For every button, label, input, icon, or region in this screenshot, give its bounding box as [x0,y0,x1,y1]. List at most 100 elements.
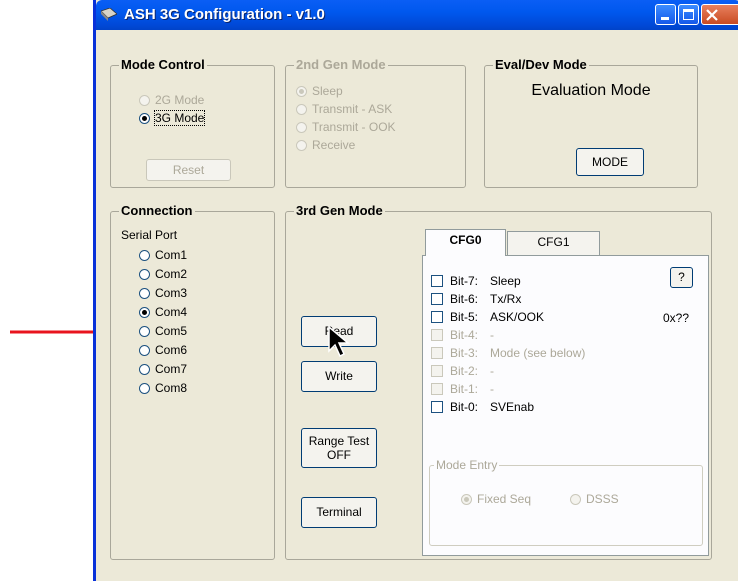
radio-2g-mode-label: 2G Mode [155,93,205,107]
bit-description: - [490,328,494,342]
checkbox-bit-7[interactable]: Bit-7: Sleep [431,275,521,288]
checkbox-box [431,347,443,359]
cfg0-panel: Bit-7: Sleep Bit-6: Tx/Rx Bit-5: ASK/OOK Bit-4… [422,255,709,556]
connection-label: Connection [119,203,195,218]
checkbox-box [431,275,443,287]
radio-fixed-seq-label: Fixed Seq [477,492,532,506]
radio-2g-mode[interactable]: 2G Mode [139,94,204,107]
eval-dev-group: Eval/Dev Mode Evaluation Mode MODE [484,58,698,188]
radio-sleep[interactable]: Sleep [296,85,343,98]
radio-port-label: Com3 [155,286,188,300]
checkbox-box [431,293,443,305]
radio-port-indicator [139,364,150,375]
bit-label: Bit-0: [450,400,479,414]
gen3-mode-label: 3rd Gen Mode [294,203,385,218]
connection-group: Connection Serial Port Com1 Com2 Com3 Com4 C… [110,204,275,560]
close-button[interactable] [701,4,738,25]
radio-transmit-ook-indicator [296,122,307,133]
radio-port-com7[interactable]: Com7 [139,363,187,376]
radio-port-label: Com2 [155,267,188,281]
bit-label: Bit-3: [450,346,479,360]
radio-fixed-seq-indicator [461,494,472,505]
radio-3g-mode-indicator [139,113,150,124]
radio-3g-mode-label: 3G Mode [153,110,206,126]
radio-3g-mode[interactable]: 3G Mode [139,110,206,126]
radio-sleep-label: Sleep [312,84,343,98]
radio-port-com6[interactable]: Com6 [139,344,187,357]
radio-port-label: Com1 [155,248,188,262]
radio-port-com5[interactable]: Com5 [139,325,187,338]
terminal-button[interactable]: Terminal [301,497,377,528]
checkbox-box [431,329,443,341]
checkbox-box [431,365,443,377]
radio-port-indicator [139,307,150,318]
checkbox-bit-4[interactable]: Bit-4: - [431,329,494,342]
radio-transmit-ask-label: Transmit - ASK [312,102,393,116]
title-bar[interactable]: ASH 3G Configuration - v1.0 [96,0,738,30]
app-window: ASH 3G Configuration - v1.0 Mode Control… [93,0,738,581]
checkbox-box [431,383,443,395]
range-test-state: OFF [327,448,351,462]
radio-port-com3[interactable]: Com3 [139,287,187,300]
radio-sleep-indicator [296,86,307,97]
bit-description: - [490,364,494,378]
bit-label: Bit-5: [450,310,479,324]
write-button[interactable]: Write [301,361,377,392]
radio-port-com2[interactable]: Com2 [139,268,187,281]
help-button[interactable]: ? [670,267,693,288]
radio-port-indicator [139,288,150,299]
bit-label: Bit-1: [450,382,479,396]
radio-port-indicator [139,345,150,356]
reset-button[interactable]: Reset [146,159,231,181]
tab-cfg0[interactable]: CFG0 [425,229,506,256]
bit-description: ASK/OOK [490,310,545,324]
radio-transmit-ook-label: Transmit - OOK [312,120,396,134]
bit-description: Sleep [490,274,521,288]
radio-port-label: Com8 [155,381,188,395]
mouse-cursor [328,325,351,358]
radio-port-indicator [139,269,150,280]
bit-label: Bit-2: [450,364,479,378]
radio-port-label: Com7 [155,362,188,376]
close-icon [706,9,718,21]
checkbox-box [431,311,443,323]
maximize-icon [683,9,694,20]
radio-port-com8[interactable]: Com8 [139,382,187,395]
checkbox-bit-1[interactable]: Bit-1: - [431,383,494,396]
mode-entry-label: Mode Entry [434,458,500,472]
radio-port-label: Com5 [155,324,188,338]
radio-dsss-label: DSSS [586,492,619,506]
bit-label: Bit-4: [450,328,479,342]
radio-port-indicator [139,250,150,261]
checkbox-bit-2[interactable]: Bit-2: - [431,365,494,378]
mode-entry-group: Mode Entry Fixed Seq DSSS [429,458,703,546]
checkbox-bit-3[interactable]: Bit-3: Mode (see below) [431,347,585,360]
bit-description: Tx/Rx [490,292,522,306]
radio-receive-label: Receive [312,138,356,152]
serial-port-label: Serial Port [121,228,178,242]
maximize-button[interactable] [678,4,699,25]
radio-port-com1[interactable]: Com1 [139,249,187,262]
eval-mode-status: Evaluation Mode [531,82,651,99]
bit-description: Mode (see below) [490,346,586,360]
checkbox-bit-6[interactable]: Bit-6: Tx/Rx [431,293,521,306]
mode-button[interactable]: MODE [576,148,644,176]
radio-transmit-ask[interactable]: Transmit - ASK [296,103,392,116]
radio-2g-mode-indicator [139,95,150,106]
radio-fixed-seq[interactable]: Fixed Seq [461,493,531,506]
window-title: ASH 3G Configuration - v1.0 [124,6,325,23]
app-icon [101,8,117,21]
checkbox-bit-0[interactable]: Bit-0: SVEnab [431,401,534,414]
tab-cfg1[interactable]: CFG1 [507,231,600,255]
radio-port-com4[interactable]: Com4 [139,306,187,319]
radio-transmit-ask-indicator [296,104,307,115]
radio-dsss[interactable]: DSSS [570,493,619,506]
bit-label: Bit-7: [450,274,479,288]
radio-port-label: Com6 [155,343,188,357]
gen3-mode-group: 3rd Gen Mode Read Write Range Test OFF T… [285,204,712,560]
radio-receive[interactable]: Receive [296,139,355,152]
minimize-button[interactable] [655,4,676,25]
radio-transmit-ook[interactable]: Transmit - OOK [296,121,396,134]
checkbox-bit-5[interactable]: Bit-5: ASK/OOK [431,311,544,324]
range-test-button[interactable]: Range Test OFF [301,428,377,468]
